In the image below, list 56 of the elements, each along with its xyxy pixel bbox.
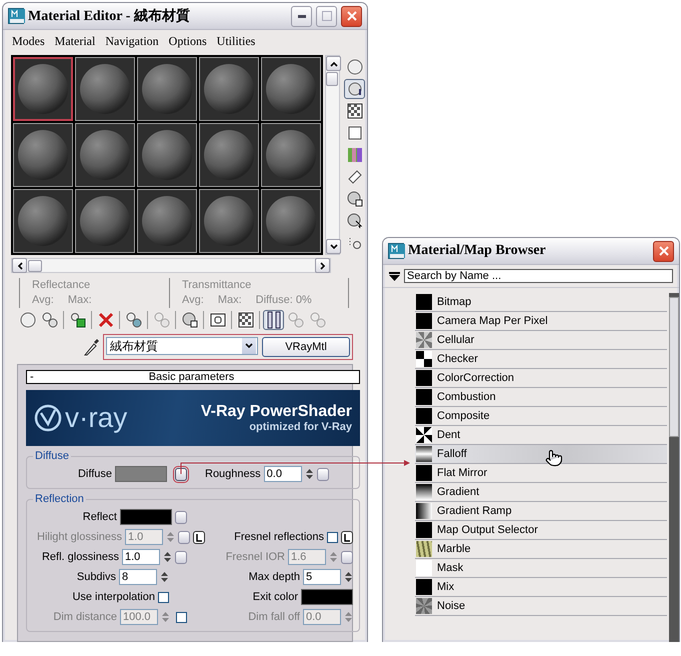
number-field[interactable]: 1.0 [122, 549, 160, 565]
group-title: Reflection [34, 493, 85, 505]
parameter-label: Max depth [248, 571, 300, 583]
banner-subtitle: optimized for V-Ray [249, 421, 352, 433]
stat-label: Max: [68, 293, 92, 308]
group-title: Diffuse [34, 450, 70, 462]
map-list-item[interactable]: Bitmap [415, 293, 667, 312]
parameter-label: Exit color [252, 591, 298, 603]
number-field[interactable]: 8 [119, 569, 157, 585]
stat-label: Max: [218, 293, 242, 308]
map-list-item[interactable]: Falloff [415, 445, 667, 464]
number-field[interactable]: 0.0 [264, 466, 302, 482]
stat-label: Avg: [32, 293, 54, 308]
parameter-label: Subdivs [76, 571, 116, 583]
parameter-label: Hilight glossiness [37, 531, 122, 543]
rollout-header[interactable]: - Basic parameters [26, 370, 360, 384]
number-field[interactable]: 5 [303, 569, 341, 585]
menu-item[interactable]: Modes [12, 34, 45, 49]
material-type-button[interactable]: VRayMtl [262, 337, 350, 357]
parameter-label: Use interpolation [72, 591, 155, 603]
banner-title: V-Ray PowerShader [200, 403, 352, 421]
menu-item[interactable]: Options [168, 34, 207, 49]
map-list-item[interactable]: Marble [415, 540, 667, 559]
map-list-item[interactable]: Gradient [415, 483, 667, 502]
map-list-item[interactable]: Combustion [415, 388, 667, 407]
stat-label: Diffuse: 0% [256, 293, 312, 308]
window-title: Material/Map Browser [408, 243, 547, 259]
map-list-item[interactable]: Composite [415, 407, 667, 426]
map-list-item[interactable]: Noise [415, 597, 667, 616]
parameter-label: Diffuse [78, 468, 112, 480]
stat-label: Avg: [182, 293, 204, 308]
map-list-item[interactable]: Map Output Selector [415, 521, 667, 540]
map-list-item[interactable]: Checker [415, 350, 667, 369]
parameter-label: Refl. glossiness [42, 551, 119, 563]
map-list-item[interactable]: Flat Mirror [415, 464, 667, 483]
stat-label: Reflectance [32, 278, 92, 293]
parameter-label: Fresnel reflections [234, 531, 324, 543]
parameter-label: Fresnel IOR [226, 551, 285, 563]
map-list-item[interactable]: Cellular [415, 331, 667, 350]
map-list-item[interactable]: Gradient Ramp [415, 502, 667, 521]
menu-item[interactable]: Navigation [105, 34, 159, 49]
menu-item[interactable]: Material [54, 34, 96, 49]
parameter-label: Dim fall off [248, 611, 300, 623]
menu-item[interactable]: Utilities [216, 34, 256, 49]
search-field[interactable]: Search by Name ... [404, 269, 673, 283]
map-list-item[interactable]: Mix [415, 578, 667, 597]
window-title: Material Editor - 絨布材質 [28, 7, 191, 25]
material-name-dropdown[interactable]: 絨布材質 [106, 337, 258, 355]
map-list-item[interactable]: Mask [415, 559, 667, 578]
vray-logo: v·ray [34, 402, 128, 434]
stat-label: Transmittance [182, 278, 252, 293]
parameter-label: Reflect [82, 511, 117, 523]
map-list-item[interactable]: ColorCorrection [415, 369, 667, 388]
parameter-label: Dim distance [53, 611, 117, 623]
map-list-item[interactable]: Camera Map Per Pixel [415, 312, 667, 331]
parameter-label: Roughness [205, 468, 261, 480]
